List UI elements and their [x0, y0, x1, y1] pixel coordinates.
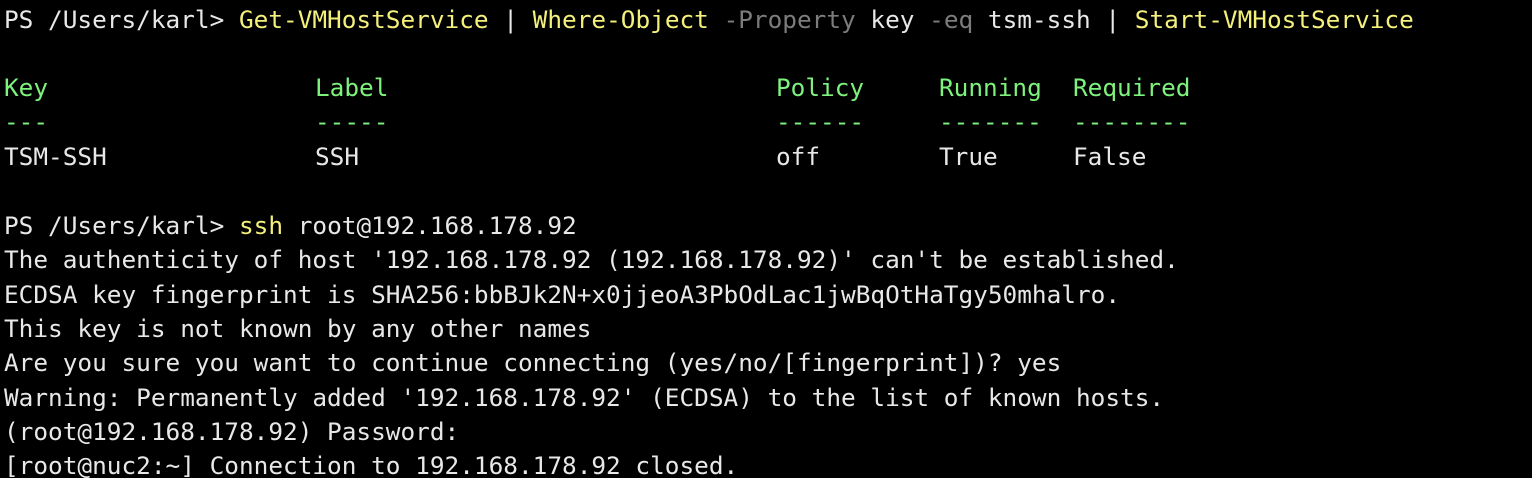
pipe: |	[488, 5, 533, 34]
output-line: Warning: Permanently added '192.168.178.…	[4, 383, 1165, 412]
arg-tsm-ssh: tsm-ssh	[973, 5, 1091, 34]
cell-policy: off	[776, 142, 821, 171]
command-line-2: PS /Users/karl> ssh root@192.168.178.92	[4, 209, 577, 243]
output-line: [root@nuc2:~] Connection to 192.168.178.…	[4, 451, 739, 478]
separator-label: -----	[315, 107, 389, 136]
output-line: This key is not known by any other names	[4, 314, 592, 343]
header-running: Running	[939, 73, 1042, 102]
cmdlet-where-object: Where-Object	[532, 5, 709, 34]
pipe: |	[1090, 5, 1135, 34]
terminal-window[interactable]: PS /Users/karl> Get-VMHostService | Wher…	[0, 0, 1532, 478]
separator-required: --------	[1073, 107, 1191, 136]
param-property: -Property	[723, 5, 856, 34]
output-line: Are you sure you want to continue connec…	[4, 348, 1062, 377]
separator-key: ---	[4, 107, 49, 136]
param-eq: -eq	[929, 5, 974, 34]
header-required: Required	[1073, 73, 1191, 102]
prompt: PS /Users/karl>	[4, 211, 239, 240]
output-line: (root@192.168.178.92) Password:	[4, 417, 460, 446]
cmdlet-start-vmhostservice: Start-VMHostService	[1134, 5, 1414, 34]
header-policy: Policy	[776, 73, 865, 102]
cmdlet-get-vmhostservice: Get-VMHostService	[238, 5, 489, 34]
separator-running: -------	[939, 107, 1042, 136]
header-key: Key	[4, 73, 49, 102]
arg-ssh-host: root@192.168.178.92	[283, 211, 577, 240]
header-label: Label	[315, 73, 389, 102]
command-ssh: ssh	[238, 211, 284, 240]
cell-label: SSH	[315, 142, 360, 171]
arg-key: key	[855, 5, 930, 34]
cell-key: TSM-SSH	[4, 142, 107, 171]
cell-required: False	[1073, 142, 1147, 171]
output-line: The authenticity of host '192.168.178.92…	[4, 245, 1179, 274]
cell-running: True	[939, 142, 998, 171]
command-line-1: PS /Users/karl> Get-VMHostService | Wher…	[4, 3, 1414, 37]
separator-policy: ------	[776, 107, 865, 136]
output-line: ECDSA key fingerprint is SHA256:bbBJk2N+…	[4, 280, 1121, 309]
prompt: PS /Users/karl>	[4, 5, 239, 34]
